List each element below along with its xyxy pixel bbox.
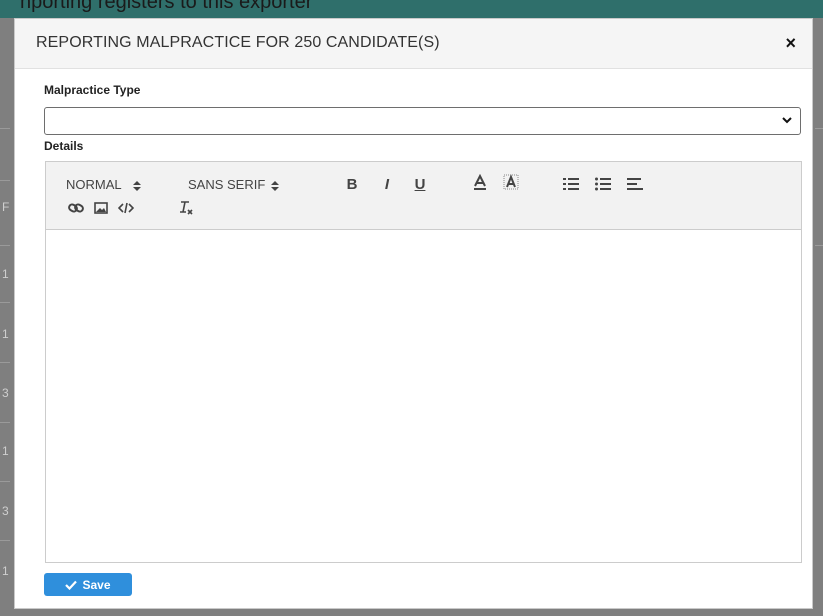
background-row-divider [0,302,10,303]
modal-header: REPORTING MALPRACTICE FOR 250 CANDIDATE(… [15,19,812,69]
background-row-divider [0,180,10,181]
background-row-divider [0,128,10,129]
italic-icon[interactable]: I [377,174,397,194]
close-icon[interactable]: × [785,30,796,56]
background-cell: 1 [2,267,9,281]
background-header: nporting registers to tnis exporter [0,0,823,18]
malpractice-type-select[interactable] [44,107,801,135]
malpractice-type-label: Malpractice Type [44,83,141,97]
background-cell: 1 [2,564,9,578]
background-row-divider [0,540,10,541]
image-icon[interactable] [91,198,111,218]
details-editor[interactable] [45,229,802,563]
background-row-divider [0,422,10,423]
bold-icon[interactable]: B [342,174,362,194]
background-row-divider [815,245,823,246]
details-label: Details [44,139,84,153]
up-down-arrows-icon [132,180,141,191]
align-icon[interactable] [625,174,645,194]
modal-title: REPORTING MALPRACTICE FOR 250 CANDIDATE(… [36,34,440,51]
editor-toolbar: NORMAL SANS SERIF B I U [45,161,802,229]
chevron-down-icon [782,117,792,124]
up-down-arrows-icon [270,180,279,191]
underline-icon[interactable]: U [410,174,430,194]
background-row-divider [0,245,10,246]
save-button[interactable]: Save [44,573,132,596]
malpractice-modal: REPORTING MALPRACTICE FOR 250 CANDIDATE(… [14,18,813,609]
background-row-divider [815,128,823,129]
text-color-icon[interactable] [470,173,490,193]
background-cell: 1 [2,444,9,458]
size-picker-label: NORMAL [66,177,122,192]
clear-format-icon[interactable] [176,198,196,218]
ordered-list-icon[interactable] [561,174,581,194]
size-picker[interactable]: NORMAL [66,177,141,192]
link-icon[interactable] [66,198,86,218]
font-picker-label: SANS SERIF [188,177,266,192]
code-icon[interactable] [116,198,136,218]
background-header-text: nporting registers to tnis exporter [20,0,313,13]
background-cell: 3 [2,386,9,400]
save-button-label: Save [82,577,111,592]
background-row-divider [0,362,10,363]
background-cell: 3 [2,504,9,518]
font-picker[interactable]: SANS SERIF [188,177,279,192]
check-icon [65,580,78,590]
background-row-divider [0,481,10,482]
background-cell: 1 [2,327,9,341]
background-color-icon[interactable] [501,173,521,193]
background-column-label: F [2,200,10,214]
bullet-list-icon[interactable] [593,174,613,194]
